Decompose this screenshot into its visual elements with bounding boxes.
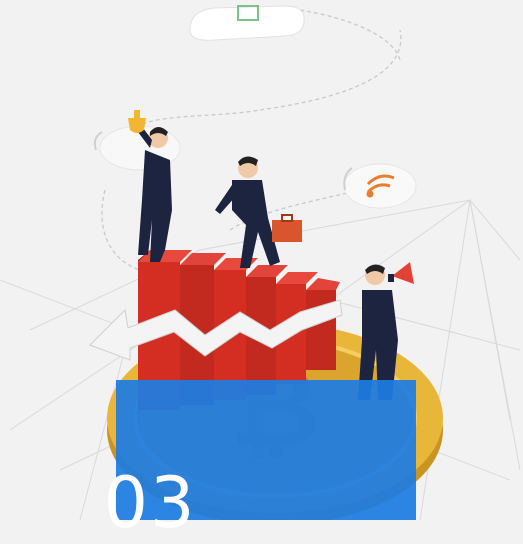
briefcase-icon (272, 214, 302, 242)
megaphone-icon (388, 262, 414, 284)
section-number: 03 (103, 462, 197, 544)
trophy-icon (128, 110, 146, 133)
cloud-wifi (343, 163, 417, 209)
businessman-briefcase (215, 156, 302, 268)
cloud-icon (189, 5, 305, 41)
